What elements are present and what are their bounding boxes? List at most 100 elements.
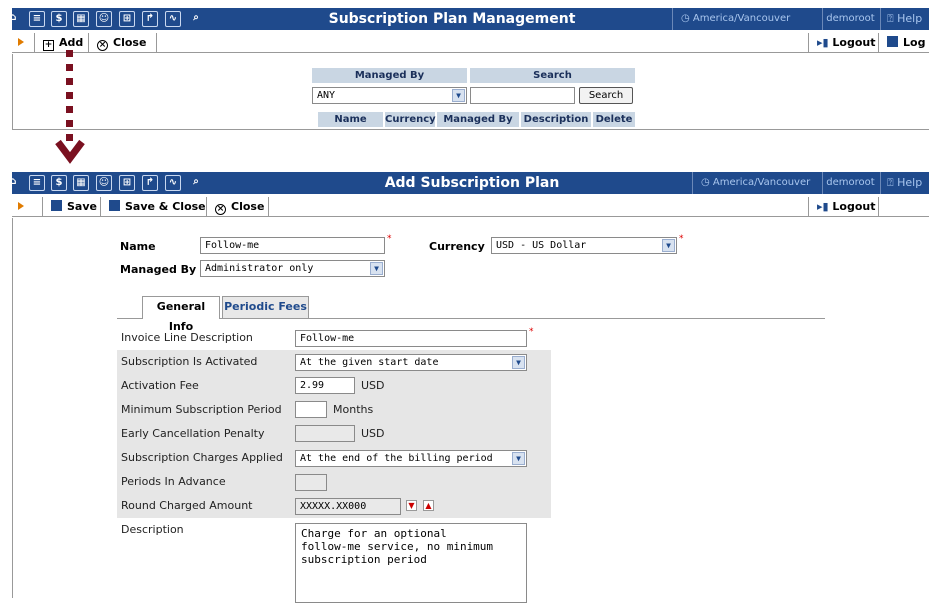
currency-select[interactable]: USD - US Dollar ▼ bbox=[491, 237, 677, 254]
person-icon[interactable]: ☺ bbox=[96, 11, 112, 27]
close-button[interactable]: × Close bbox=[206, 197, 268, 217]
tab-strip-line bbox=[117, 318, 825, 319]
zoom-icon[interactable]: ⌕ bbox=[188, 175, 204, 191]
chevron-down-icon: ▼ bbox=[662, 239, 675, 252]
close-button[interactable]: × Close bbox=[88, 33, 156, 53]
log-button[interactable]: Log bbox=[878, 33, 929, 53]
save-close-button[interactable]: Save & Close bbox=[100, 197, 206, 217]
round-input[interactable]: XXXXX.XX000 bbox=[295, 498, 401, 515]
list-icon[interactable]: ≡ bbox=[29, 175, 45, 191]
managed-by-header: Managed By bbox=[312, 68, 467, 83]
logout-label: Logout bbox=[832, 36, 876, 49]
charges-applied-select[interactable]: At the end of the billing period ▼ bbox=[295, 450, 527, 467]
zoom-icon[interactable]: ⌕ bbox=[188, 11, 204, 27]
bottom-toolbar: Save Save & Close × Close ▸▮ Logout bbox=[12, 197, 929, 217]
arrow-dot bbox=[66, 106, 73, 113]
description-textarea[interactable]: Charge for an optional follow-me service… bbox=[295, 523, 527, 603]
add-label: Add bbox=[59, 36, 84, 49]
arrow-dot bbox=[66, 64, 73, 71]
help-link[interactable]: ⍰ Help bbox=[880, 8, 929, 30]
page-title: Subscription Plan Management bbox=[328, 11, 576, 27]
charges-applied-label: Subscription Charges Applied bbox=[121, 451, 283, 464]
required-mark: * bbox=[679, 234, 684, 244]
round-down-icon[interactable]: ▼ bbox=[406, 500, 417, 511]
required-mark: * bbox=[387, 234, 392, 244]
logout-icon: ▸▮ bbox=[817, 200, 829, 213]
toolbar-divider bbox=[268, 197, 277, 217]
invoice-line-input[interactable]: Follow-me bbox=[295, 330, 527, 347]
managed-by-select[interactable]: ANY ▼ bbox=[312, 87, 467, 104]
close-label: Close bbox=[113, 36, 147, 49]
chart-icon[interactable]: ∿ bbox=[165, 11, 181, 27]
grid-icon[interactable]: ▦ bbox=[73, 11, 89, 27]
person-icon[interactable]: ☺ bbox=[96, 175, 112, 191]
logout-button[interactable]: ▸▮ Logout bbox=[808, 197, 878, 217]
export-icon[interactable]: ↱ bbox=[142, 11, 158, 27]
currency-label: Currency bbox=[429, 240, 485, 253]
column-name: Name bbox=[318, 112, 383, 127]
column-currency: Currency bbox=[385, 112, 436, 127]
activated-value: At the given start date bbox=[300, 357, 439, 368]
home-icon[interactable]: ⌂ bbox=[5, 11, 21, 27]
network-icon[interactable]: ⊞ bbox=[119, 11, 135, 27]
logout-button[interactable]: ▸▮ Logout bbox=[808, 33, 878, 53]
managed-by-value: ANY bbox=[317, 90, 336, 101]
min-period-label: Minimum Subscription Period bbox=[121, 403, 282, 416]
save-button[interactable]: Save bbox=[42, 197, 100, 217]
top-header-bar: ⌂ ≡ $ ▦ ☺ ⊞ ↱ ∿ ⌕ Subscription Plan Mana… bbox=[9, 8, 929, 30]
activation-fee-input[interactable]: 2.99 bbox=[295, 377, 355, 394]
activated-select[interactable]: At the given start date ▼ bbox=[295, 354, 527, 371]
toolbar-spacer bbox=[878, 197, 929, 217]
search-input[interactable] bbox=[470, 87, 575, 104]
help-icon: ⍰ bbox=[887, 176, 894, 189]
chevron-down-icon: ▼ bbox=[452, 89, 465, 102]
logout-icon: ▸▮ bbox=[817, 36, 829, 49]
dollar-icon[interactable]: $ bbox=[51, 175, 67, 191]
toolbar-arrow-icon bbox=[18, 202, 24, 210]
search-button[interactable]: Search bbox=[579, 87, 633, 104]
export-icon[interactable]: ↱ bbox=[142, 175, 158, 191]
home-icon[interactable]: ⌂ bbox=[5, 175, 21, 191]
early-cancel-label: Early Cancellation Penalty bbox=[121, 427, 265, 440]
toolbar-arrow-icon bbox=[18, 38, 24, 46]
toolbar-divider bbox=[156, 33, 165, 53]
list-icon[interactable]: ≡ bbox=[29, 11, 45, 27]
managed-by-select[interactable]: Administrator only ▼ bbox=[200, 260, 385, 277]
help-link[interactable]: ⍰ Help bbox=[880, 172, 929, 194]
round-up-icon[interactable]: ▲ bbox=[423, 500, 434, 511]
top-toolbar: + Add × Close ▸▮ Logout Log bbox=[12, 33, 929, 53]
close-icon: × bbox=[97, 40, 108, 51]
tab-periodic-fees[interactable]: Periodic Fees bbox=[222, 296, 309, 318]
charges-applied-value: At the end of the billing period bbox=[300, 453, 493, 464]
timezone-link[interactable]: ◷ America/Vancouver bbox=[672, 8, 822, 30]
name-input[interactable]: Follow-me bbox=[200, 237, 385, 254]
column-managed-by: Managed By bbox=[437, 112, 519, 127]
arrow-dot bbox=[66, 120, 73, 127]
timezone-link[interactable]: ◷ America/Vancouver bbox=[692, 172, 822, 194]
min-period-input[interactable] bbox=[295, 401, 327, 418]
add-button[interactable]: + Add bbox=[34, 33, 88, 53]
dollar-icon[interactable]: $ bbox=[51, 11, 67, 27]
network-icon[interactable]: ⊞ bbox=[119, 175, 135, 191]
timezone-label: America/Vancouver bbox=[712, 177, 811, 188]
save-close-icon bbox=[109, 200, 120, 211]
add-plan-form: Name Follow-me * Currency USD - US Dolla… bbox=[12, 218, 929, 603]
activation-fee-currency: USD bbox=[361, 379, 385, 392]
tab-general-info[interactable]: General Info bbox=[142, 296, 220, 333]
early-cancel-input[interactable] bbox=[295, 425, 355, 442]
grid-icon[interactable]: ▦ bbox=[73, 175, 89, 191]
add-icon: + bbox=[43, 40, 54, 51]
chart-icon[interactable]: ∿ bbox=[165, 175, 181, 191]
log-label: Log bbox=[903, 36, 926, 49]
user-link[interactable]: demoroot bbox=[822, 8, 878, 30]
arrow-dot bbox=[66, 92, 73, 99]
bottom-header-bar: ⌂ ≡ $ ▦ ☺ ⊞ ↱ ∿ ⌕ Add Subscription Plan … bbox=[9, 172, 929, 194]
help-icon: ⍰ bbox=[887, 12, 894, 25]
close-icon: × bbox=[215, 204, 226, 215]
periods-advance-input[interactable] bbox=[295, 474, 327, 491]
currency-value: USD - US Dollar bbox=[496, 240, 587, 251]
user-link[interactable]: demoroot bbox=[822, 172, 878, 194]
chevron-down-icon: ▼ bbox=[512, 356, 525, 369]
logout-label: Logout bbox=[832, 200, 876, 213]
column-delete: Delete bbox=[593, 112, 635, 127]
